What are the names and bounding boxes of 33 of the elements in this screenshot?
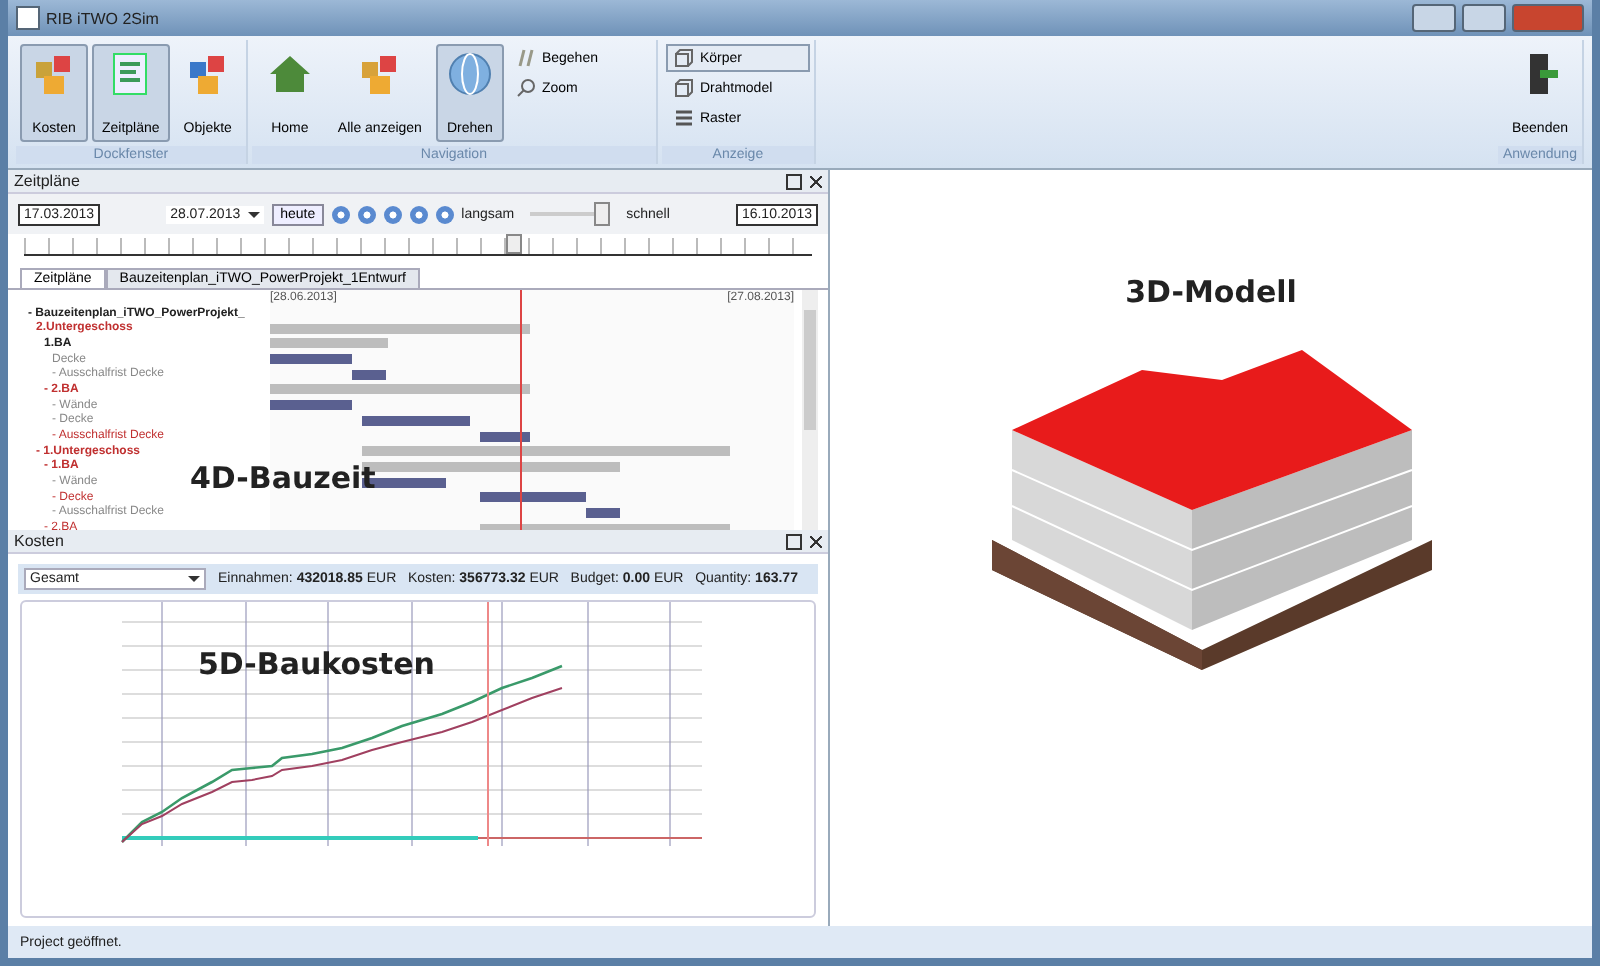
gantt-bar — [270, 400, 352, 411]
grid-icon — [673, 108, 694, 128]
gantt-bar — [480, 492, 586, 503]
window-title: RIB iTWO 2Sim — [46, 9, 159, 27]
gantt-bar — [586, 507, 620, 518]
minimize-button[interactable] — [1412, 4, 1456, 32]
gantt-bar — [480, 431, 530, 442]
pin-icon[interactable] — [786, 533, 802, 549]
timeline-slider[interactable] — [24, 238, 812, 256]
caption: 4D-Bauzeit — [190, 460, 376, 496]
app-icon — [16, 6, 40, 30]
footsteps-icon — [515, 48, 536, 68]
caret-icon — [248, 211, 261, 217]
search-icon — [515, 78, 536, 98]
panel-title: Kosten — [14, 532, 64, 550]
pin-icon[interactable] — [786, 173, 802, 189]
caret-icon — [188, 576, 200, 582]
gantt-bar — [362, 415, 470, 426]
globe-icon — [445, 50, 494, 98]
maximize-button[interactable] — [1462, 4, 1506, 32]
close-icon[interactable] — [810, 535, 822, 547]
gantt-bar — [270, 354, 352, 365]
gantt-bar — [270, 338, 388, 349]
cube-outline-icon — [673, 78, 694, 98]
caption: 5D-Baukosten — [198, 646, 435, 682]
close-icon[interactable] — [810, 175, 822, 187]
panel-title: Zeitpläne — [14, 172, 80, 190]
cube-outline-icon — [673, 48, 694, 68]
caption: 3D-Modell — [1125, 274, 1297, 310]
house-icon — [265, 50, 314, 98]
gantt-bar — [352, 369, 386, 380]
3d-viewport[interactable]: 3D-Modell — [830, 170, 1592, 926]
scrollbar[interactable] — [802, 290, 818, 530]
